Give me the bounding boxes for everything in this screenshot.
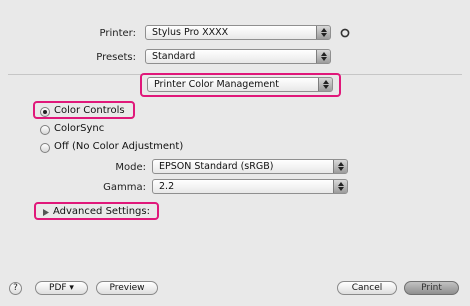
preview-button[interactable]: Preview — [96, 281, 158, 295]
print-button-label: Print — [421, 283, 442, 293]
presets-popup[interactable]: Standard — [145, 49, 331, 64]
pdf-button[interactable]: PDF ▾ — [35, 281, 88, 295]
cancel-button[interactable]: Cancel — [337, 281, 397, 295]
gamma-popup[interactable]: 2.2 — [152, 179, 348, 194]
popup-arrows-icon — [316, 26, 330, 39]
popup-arrows-icon — [316, 50, 330, 63]
print-button[interactable]: Print — [404, 281, 459, 295]
popup-arrows-icon — [333, 160, 347, 173]
presets-label: Presets: — [96, 52, 136, 63]
pdf-button-label: PDF ▾ — [49, 283, 74, 293]
help-button[interactable]: ? — [9, 282, 22, 295]
preview-button-label: Preview — [109, 283, 145, 293]
mode-label: Mode: — [115, 162, 146, 173]
gamma-label: Gamma: — [103, 182, 146, 193]
printer-label: Printer: — [99, 28, 136, 39]
help-button-label: ? — [13, 283, 18, 293]
mode-value: EPSON Standard (sRGB) — [159, 161, 274, 172]
printer-value: Stylus Pro XXXX — [152, 27, 229, 38]
radio-colorsync[interactable] — [40, 125, 50, 135]
info-icon[interactable] — [340, 27, 350, 39]
presets-value: Standard — [152, 51, 196, 62]
radio-label-colorsync: ColorSync — [54, 123, 105, 134]
cancel-button-label: Cancel — [351, 283, 383, 293]
radio-off[interactable] — [40, 143, 50, 153]
gamma-value: 2.2 — [159, 181, 175, 192]
mode-popup[interactable]: EPSON Standard (sRGB) — [152, 159, 348, 174]
highlight-advanced-settings — [34, 202, 159, 220]
radio-label-off: Off (No Color Adjustment) — [54, 141, 184, 152]
highlight-panel-popup — [140, 73, 341, 97]
highlight-color-controls — [33, 101, 135, 119]
popup-arrows-icon — [333, 180, 347, 193]
printer-popup[interactable]: Stylus Pro XXXX — [145, 25, 331, 40]
